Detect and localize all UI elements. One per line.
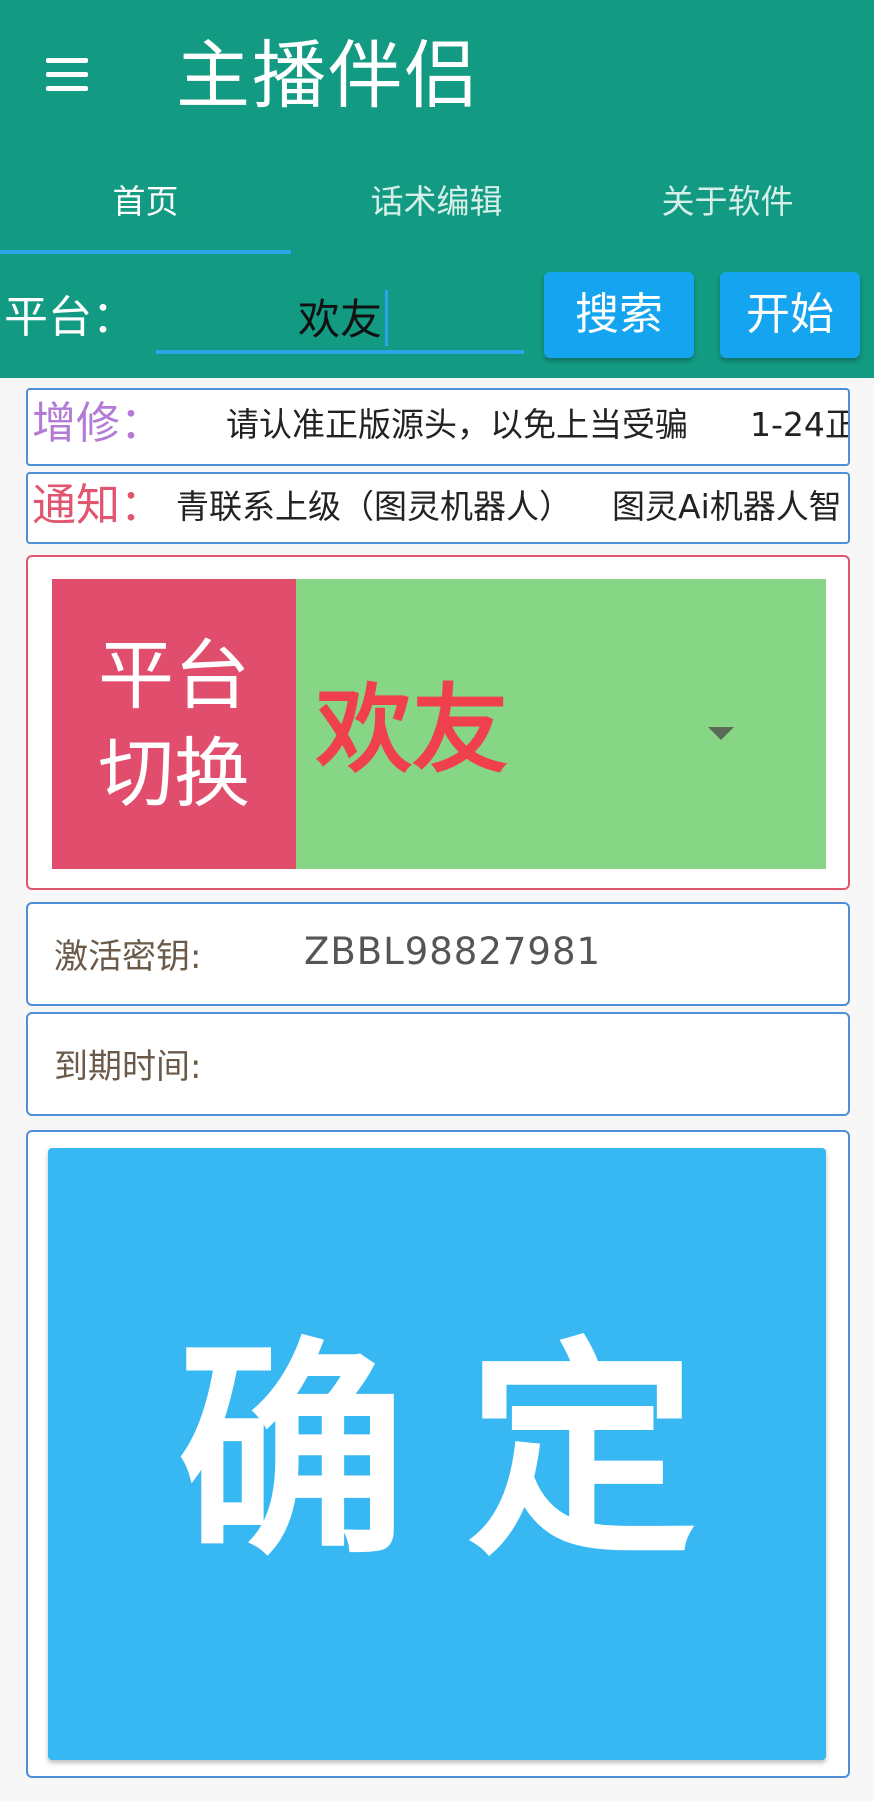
hamburger-menu-icon[interactable]	[38, 50, 96, 98]
platform-label: 平台：	[4, 292, 136, 343]
app-header: 主播伴侣 首页 话术编辑 关于软件 平台： 搜索 开始	[0, 0, 874, 378]
update-notice-bar: 增修： 请认准正版源头，以免上当受骗 1-24正	[26, 388, 850, 466]
activation-key-value: ZBBL98827981	[304, 930, 602, 973]
tab-script-edit[interactable]: 话术编辑	[291, 172, 582, 252]
notify-bar: 通知： 青联系上级（图灵机器人） 图灵Ai机器人智	[26, 472, 850, 544]
notify-text-continued: 图灵Ai机器人智	[612, 487, 842, 526]
activation-key-label: 激活密钥:	[54, 937, 202, 977]
notify-label: 通知：	[32, 480, 164, 531]
tab-home[interactable]: 首页	[0, 172, 291, 252]
notify-text: 青联系上级（图灵机器人）	[176, 487, 572, 526]
confirm-panel: 确定	[26, 1130, 850, 1778]
tab-indicator	[0, 250, 291, 254]
text-cursor	[385, 290, 388, 346]
search-button[interactable]: 搜索	[544, 272, 694, 358]
update-text: 请认准正版源头，以免上当受骗	[226, 405, 688, 444]
app-title: 主播伴侣	[176, 33, 480, 119]
expire-time-label: 到期时间:	[54, 1047, 202, 1087]
platform-switch-panel: 平台 切换 欢友	[26, 555, 850, 890]
activation-key-field[interactable]: 激活密钥: ZBBL98827981	[26, 902, 850, 1006]
tab-about[interactable]: 关于软件	[582, 172, 873, 252]
update-label: 增修：	[32, 398, 164, 449]
confirm-button[interactable]: 确定	[48, 1148, 826, 1760]
update-text-continued: 1-24正	[750, 405, 850, 444]
platform-selected-value: 欢友	[316, 674, 508, 786]
start-button[interactable]: 开始	[720, 272, 860, 358]
platform-input[interactable]	[156, 282, 524, 354]
expire-time-field: 到期时间:	[26, 1012, 850, 1116]
dropdown-caret-icon	[708, 727, 734, 740]
platform-switch-label: 平台 切换	[52, 579, 296, 869]
platform-select[interactable]: 欢友	[296, 579, 826, 869]
